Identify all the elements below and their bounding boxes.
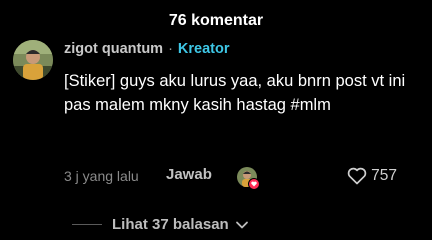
- creator-liked-badge-icon: [236, 166, 260, 190]
- like-count: 757: [371, 167, 397, 184]
- comment-time: 3 j yang lalu: [64, 168, 139, 184]
- comment-meta-row: 3 j yang lalu Jawab 757: [64, 166, 409, 190]
- view-replies-button[interactable]: Lihat 37 balasan: [72, 216, 249, 233]
- chevron-down-icon: [235, 221, 248, 228]
- view-replies-label: Lihat 37 balasan: [112, 216, 229, 233]
- author-avatar[interactable]: [13, 40, 53, 80]
- creator-badge: Kreator: [177, 41, 230, 57]
- heart-outline-icon: [347, 167, 367, 185]
- comments-header-title: 76 komentar: [168, 12, 264, 29]
- comment-author-row: zigot quantum · Kreator: [64, 41, 230, 57]
- reply-button[interactable]: Jawab: [166, 166, 212, 183]
- separator-dot: ·: [168, 41, 173, 57]
- author-name[interactable]: zigot quantum: [64, 41, 163, 57]
- replies-divider-line: [72, 224, 102, 225]
- like-button[interactable]: 757: [347, 167, 397, 185]
- creator-liked-avatar-icon: [237, 167, 260, 190]
- comment-text: [Stiker] guys aku lurus yaa, aku bnrn po…: [64, 72, 406, 114]
- avatar-image: [13, 40, 53, 80]
